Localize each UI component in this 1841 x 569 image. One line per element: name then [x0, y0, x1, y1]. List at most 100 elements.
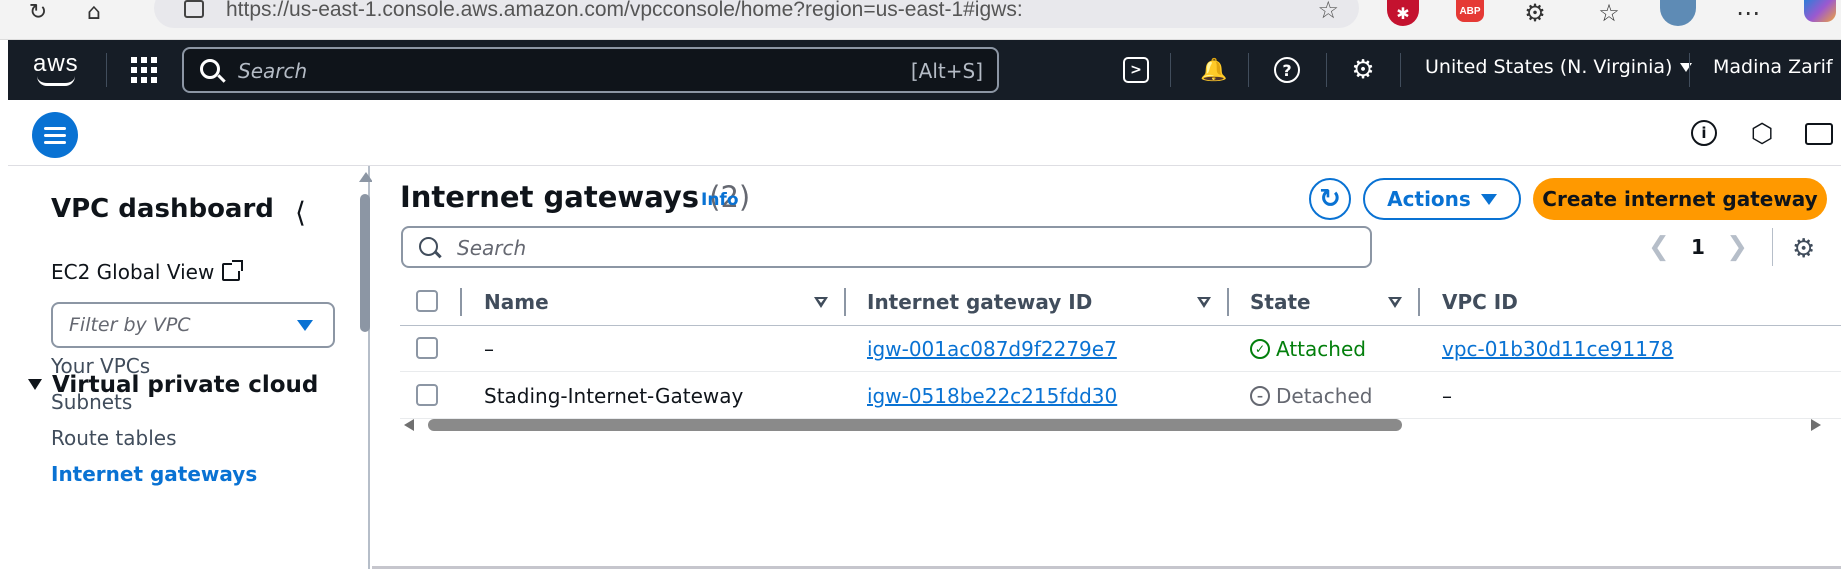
- column-header-state[interactable]: State: [1250, 290, 1311, 314]
- side-navigation: VPC dashboard ⟨ EC2 Global View Filter b…: [8, 166, 373, 569]
- divider: [1170, 53, 1171, 87]
- column-header-name[interactable]: Name: [484, 290, 549, 314]
- menu-toggle-button[interactable]: [32, 112, 78, 158]
- sidebar-item-internet-gateways[interactable]: Internet gateways: [51, 462, 257, 486]
- column-resizer[interactable]: [1227, 288, 1229, 316]
- horizontal-scrollbar[interactable]: [400, 416, 1841, 434]
- divider: [1248, 53, 1249, 87]
- divider: [1400, 53, 1401, 87]
- favorites-icon[interactable]: ☆: [1594, 0, 1624, 27]
- current-page[interactable]: 1: [1691, 235, 1705, 259]
- previous-page-icon[interactable]: ❮: [1648, 232, 1670, 262]
- extension-icon[interactable]: ⚙: [1520, 0, 1550, 27]
- igw-id-link[interactable]: igw-001ac087d9f2279e7: [867, 337, 1117, 361]
- caret-down-icon: [297, 320, 313, 331]
- refresh-icon[interactable]: ↻: [22, 0, 54, 25]
- create-internet-gateway-button[interactable]: Create internet gateway: [1533, 178, 1827, 220]
- collapse-sidebar-icon[interactable]: ⟨: [295, 196, 306, 229]
- search-icon: [419, 237, 438, 256]
- column-header-vpc-id[interactable]: VPC ID: [1442, 290, 1518, 314]
- profile-avatar[interactable]: [1660, 0, 1696, 26]
- table-row[interactable]: – igw-001ac087d9f2279e7 ✓ Attached vpc-01…: [400, 326, 1841, 372]
- home-icon[interactable]: ⌂: [78, 0, 110, 25]
- refresh-button[interactable]: ↻: [1309, 178, 1351, 220]
- external-link-icon: [222, 260, 244, 281]
- check-circle-icon: ✓: [1250, 339, 1270, 359]
- region-label: United States (N. Virginia): [1425, 56, 1673, 78]
- ec2-global-view-label: EC2 Global View: [51, 260, 215, 284]
- select-all-checkbox[interactable]: [416, 290, 438, 312]
- browser-toolbar: ↻ ⌂ https://us-east-1.console.aws.amazon…: [0, 0, 1841, 40]
- sidebar-item-your-vpcs[interactable]: Your VPCs: [51, 354, 150, 378]
- cloudshell-icon[interactable]: >: [1123, 57, 1149, 83]
- address-bar[interactable]: https://us-east-1.console.aws.amazon.com…: [154, 0, 1359, 28]
- vpc-filter-select[interactable]: Filter by VPC: [51, 302, 335, 348]
- sort-icon[interactable]: [1197, 297, 1211, 308]
- scrollbar-thumb[interactable]: [428, 419, 1402, 431]
- caret-down-icon: [1480, 193, 1497, 205]
- scroll-left-arrow[interactable]: [404, 419, 414, 431]
- cell-name: Stading-Internet-Gateway: [484, 384, 744, 408]
- chevron-down-icon: [1680, 63, 1693, 72]
- account-menu[interactable]: Madina Zarif: [1713, 56, 1841, 78]
- secondary-header: i ⬡: [8, 100, 1841, 166]
- sidebar-scrollbar[interactable]: [360, 194, 370, 332]
- sidebar-title[interactable]: VPC dashboard: [51, 194, 274, 224]
- services-grid-icon[interactable]: [131, 57, 157, 83]
- sort-icon[interactable]: [814, 297, 828, 308]
- row-checkbox[interactable]: [416, 337, 438, 359]
- row-checkbox[interactable]: [416, 384, 438, 406]
- info-link[interactable]: Info: [701, 190, 739, 210]
- sidebar-item-route-tables[interactable]: Route tables: [51, 426, 177, 450]
- search-icon: [200, 59, 220, 79]
- user-name: Madina Zarif: [1713, 56, 1833, 78]
- vpc-id-link[interactable]: vpc-01b30d11ce91178: [1442, 337, 1673, 361]
- column-resizer[interactable]: [844, 288, 846, 316]
- column-resizer[interactable]: [1418, 288, 1420, 316]
- extension-red-icon[interactable]: ✱: [1387, 0, 1419, 26]
- sidebar-item-subnets[interactable]: Subnets: [51, 390, 132, 414]
- global-search-input[interactable]: Search [Alt+S]: [182, 47, 999, 93]
- table-search-input[interactable]: Search: [401, 226, 1372, 268]
- site-info-icon[interactable]: [184, 0, 204, 18]
- help-icon[interactable]: ?: [1274, 57, 1300, 83]
- sort-icon[interactable]: [1388, 297, 1402, 308]
- status-badge: ✓ Attached: [1250, 337, 1366, 361]
- cell-name: –: [484, 337, 494, 361]
- ec2-global-view-link[interactable]: EC2 Global View: [51, 260, 244, 284]
- notifications-bell-icon[interactable]: 🔔: [1199, 55, 1229, 85]
- state-label: Detached: [1276, 384, 1373, 408]
- search-placeholder: Search: [238, 59, 308, 83]
- divider: [460, 288, 462, 316]
- scroll-up-arrow[interactable]: [359, 172, 373, 182]
- url-text[interactable]: https://us-east-1.console.aws.amazon.com…: [226, 0, 1023, 22]
- vpc-filter-placeholder: Filter by VPC: [69, 314, 191, 336]
- state-label: Attached: [1276, 337, 1366, 361]
- favorite-star-icon[interactable]: ☆: [1317, 0, 1339, 24]
- more-icon[interactable]: ⋯: [1733, 0, 1763, 27]
- search-placeholder: Search: [457, 236, 527, 260]
- aws-logo[interactable]: aws: [33, 50, 89, 90]
- table-preferences-gear-icon[interactable]: ⚙: [1792, 234, 1815, 264]
- next-page-icon[interactable]: ❯: [1726, 232, 1748, 262]
- page-title-text: Internet gateways: [400, 180, 700, 214]
- hexagon-settings-icon[interactable]: ⬡: [1748, 119, 1776, 149]
- table-header: Name Internet gateway ID State VPC ID: [400, 278, 1841, 326]
- actions-button[interactable]: Actions: [1363, 178, 1521, 220]
- search-shortcut: [Alt+S]: [910, 59, 983, 83]
- scroll-right-arrow[interactable]: [1811, 419, 1821, 431]
- column-header-igw-id[interactable]: Internet gateway ID: [867, 290, 1092, 314]
- info-icon[interactable]: i: [1691, 120, 1717, 146]
- app-root: ↻ ⌂ https://us-east-1.console.aws.amazon…: [0, 0, 1841, 569]
- table-row[interactable]: Stading-Internet-Gateway igw-0518be22c21…: [400, 373, 1841, 419]
- cell-vpc-id: –: [1442, 384, 1452, 408]
- screen-cursor-icon[interactable]: [1805, 123, 1833, 145]
- page-title: Internet gateways (2): [400, 180, 750, 214]
- igw-id-link[interactable]: igw-0518be22c215fdd30: [867, 384, 1117, 408]
- pagination: ❮ 1 ❯: [1648, 230, 1748, 264]
- adblock-icon[interactable]: ABP: [1456, 0, 1484, 22]
- region-selector[interactable]: United States (N. Virginia): [1425, 56, 1693, 78]
- copilot-icon[interactable]: [1804, 0, 1836, 22]
- status-badge: – Detached: [1250, 384, 1372, 408]
- settings-gear-icon[interactable]: ⚙: [1348, 55, 1378, 85]
